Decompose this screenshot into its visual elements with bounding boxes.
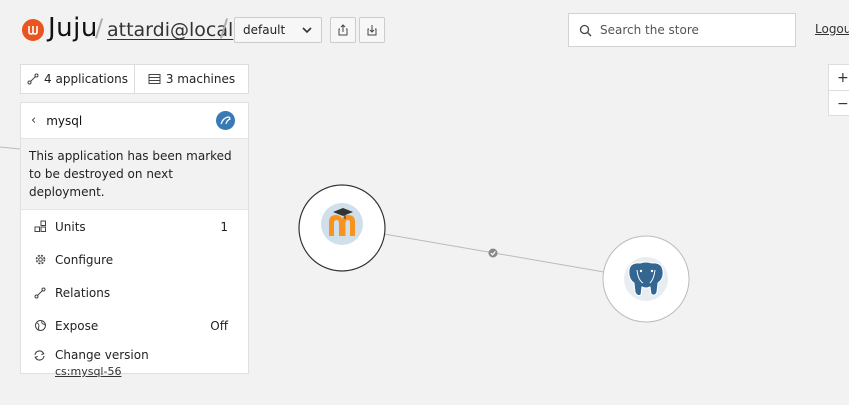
mysql-icon [216, 111, 235, 130]
back-icon[interactable]: ‹ [31, 113, 36, 128]
inspector-item-expose[interactable]: Expose Off [21, 309, 248, 342]
units-count: 1 [220, 219, 228, 234]
chevron-down-icon [302, 27, 312, 34]
tab-machines[interactable]: 3 machines [134, 65, 248, 93]
inspector-item-change-version[interactable]: Change version cs:mysql-56 [21, 342, 248, 378]
view-tabs: 4 applications 3 machines [20, 64, 249, 94]
model-select-value: default [243, 23, 286, 37]
breadcrumb-separator: / [220, 14, 229, 42]
zoom-in-button[interactable]: + [829, 65, 849, 90]
inspector-item-units[interactable]: Units 1 [21, 210, 248, 243]
relation-line-offscreen [0, 146, 21, 150]
units-icon [33, 220, 47, 234]
share-icon [338, 24, 348, 36]
change-version-label: Change version [55, 348, 149, 362]
app-name[interactable]: Juju [48, 13, 98, 43]
export-button[interactable] [330, 17, 356, 43]
inspector-item-relations[interactable]: Relations [21, 276, 248, 309]
destroy-notice: This application has been marked to be d… [21, 139, 248, 210]
breadcrumb-separator: / [95, 14, 104, 42]
search-icon [579, 24, 592, 36]
application-inspector: ‹ mysql This application has been marked… [20, 102, 249, 378]
inspector-title: mysql [46, 113, 83, 128]
juju-logo-icon[interactable] [22, 19, 44, 41]
inspector-item-label: Units [55, 219, 86, 234]
change-version-icon [33, 349, 47, 362]
application-node-moodle[interactable] [298, 184, 386, 272]
user-link[interactable]: attardi@local [107, 19, 233, 41]
store-search[interactable] [568, 13, 796, 47]
gear-icon [33, 253, 47, 267]
inspector-header[interactable]: ‹ mysql [21, 103, 248, 139]
expose-icon [33, 319, 47, 333]
zoom-controls: + − [828, 64, 849, 116]
model-select[interactable]: default [234, 17, 322, 43]
inspector-item-label: Relations [55, 285, 111, 300]
charm-version-link[interactable]: cs:mysql-56 [55, 365, 248, 378]
moodle-icon [321, 203, 363, 245]
logout-link[interactable]: Logout [815, 22, 849, 36]
tab-applications-label: 4 applications [44, 72, 128, 86]
inspector-item-label: Expose [55, 318, 99, 333]
application-node-postgresql[interactable] [602, 235, 690, 323]
juju-gui: Juju / attardi@local / default Search th… [0, 0, 849, 405]
inspector-item-label: Configure [55, 252, 114, 267]
tab-applications[interactable]: 4 applications [21, 65, 134, 93]
postgresql-icon [624, 257, 668, 301]
header: Juju / attardi@local / default Search th… [0, 0, 849, 60]
relations-icon [33, 286, 47, 300]
relations-icon [27, 73, 39, 85]
import-button[interactable] [359, 17, 385, 43]
search-input[interactable] [598, 22, 782, 38]
tab-machines-label: 3 machines [165, 72, 236, 86]
machines-icon [148, 74, 161, 84]
import-icon [367, 25, 377, 36]
expose-status: Off [210, 318, 228, 333]
zoom-out-button[interactable]: − [829, 90, 849, 116]
inspector-item-configure[interactable]: Configure [21, 243, 248, 276]
relation-status-indicator[interactable] [488, 248, 498, 258]
